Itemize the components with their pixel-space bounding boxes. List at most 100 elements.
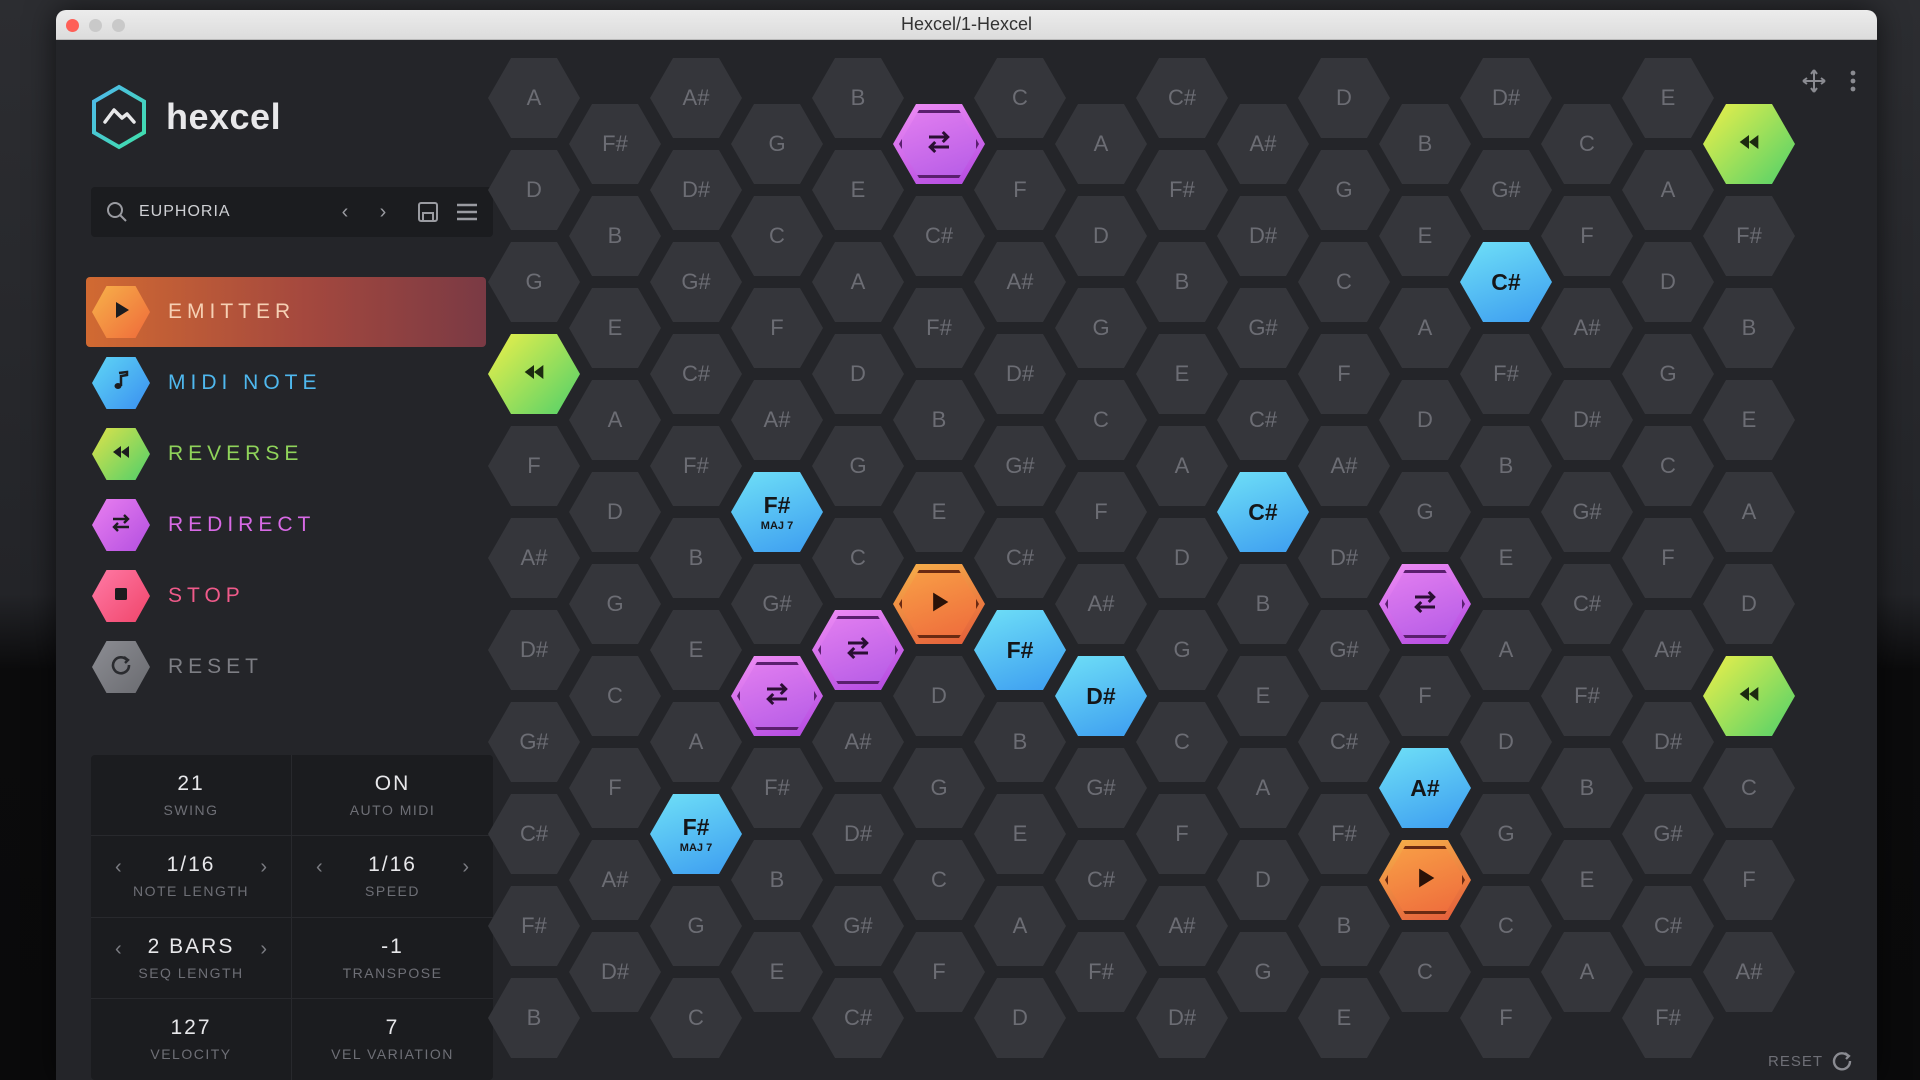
note-cell[interactable]: B	[1379, 104, 1471, 184]
reverse-cell[interactable]	[488, 334, 580, 414]
note-cell[interactable]: A#	[1541, 288, 1633, 368]
note-cell[interactable]: G	[1217, 932, 1309, 1012]
note-cell[interactable]: F	[893, 932, 985, 1012]
note-cell[interactable]: D	[1217, 840, 1309, 920]
note-cell[interactable]: D#	[1217, 196, 1309, 276]
zoom-window-button[interactable]	[112, 19, 125, 32]
note-cell[interactable]: C#	[488, 794, 580, 874]
note-cell[interactable]: C	[731, 196, 823, 276]
note-cell[interactable]: A	[1136, 426, 1228, 506]
param-speed[interactable]: ‹ › 1/16 SPEED	[292, 836, 493, 918]
minimize-window-button[interactable]	[89, 19, 102, 32]
note-cell[interactable]: C	[1703, 748, 1795, 828]
note-cell[interactable]: D#	[1541, 380, 1633, 460]
note-cell[interactable]: C	[569, 656, 661, 736]
note-cell[interactable]: A	[1217, 748, 1309, 828]
note-cell[interactable]: F	[1622, 518, 1714, 598]
midi-note-cell[interactable]: F# MAJ 7	[650, 794, 742, 874]
note-cell[interactable]: F	[1136, 794, 1228, 874]
reverse-cell[interactable]	[1703, 104, 1795, 184]
note-cell[interactable]: B	[893, 380, 985, 460]
tool-emitter[interactable]: EMITTER	[86, 277, 486, 347]
param-auto-midi[interactable]: ON AUTO MIDI	[292, 755, 493, 837]
note-cell[interactable]: D#	[974, 334, 1066, 414]
note-cell[interactable]: G	[1622, 334, 1714, 414]
note-cell[interactable]: G#	[1217, 288, 1309, 368]
note-cell[interactable]: E	[974, 794, 1066, 874]
note-cell[interactable]: G	[650, 886, 742, 966]
note-cell[interactable]: G	[893, 748, 985, 828]
note-cell[interactable]: A	[1622, 150, 1714, 230]
note-cell[interactable]: E	[1703, 380, 1795, 460]
note-cell[interactable]: E	[569, 288, 661, 368]
note-cell[interactable]: C	[812, 518, 904, 598]
note-cell[interactable]: F#	[1298, 794, 1390, 874]
note-cell[interactable]: G#	[974, 426, 1066, 506]
note-cell[interactable]: G#	[488, 702, 580, 782]
note-cell[interactable]: D#	[1460, 58, 1552, 138]
note-cell[interactable]: A#	[812, 702, 904, 782]
redirect-cell[interactable]	[731, 656, 823, 736]
preset-name[interactable]: EUPHORIA	[139, 203, 321, 221]
increment-arrow-icon[interactable]: ›	[260, 938, 267, 961]
note-cell[interactable]: B	[1541, 748, 1633, 828]
decrement-arrow-icon[interactable]: ‹	[316, 856, 323, 879]
note-cell[interactable]: A	[1379, 288, 1471, 368]
reverse-cell[interactable]	[1703, 656, 1795, 736]
midi-note-cell[interactable]: F#	[974, 610, 1066, 690]
midi-note-cell[interactable]: C#	[1217, 472, 1309, 552]
note-cell[interactable]: C	[1298, 242, 1390, 322]
note-cell[interactable]: F	[731, 288, 823, 368]
note-cell[interactable]: G	[569, 564, 661, 644]
note-cell[interactable]: A	[974, 886, 1066, 966]
move-icon[interactable]	[1801, 68, 1827, 94]
note-cell[interactable]: G	[1460, 794, 1552, 874]
note-cell[interactable]: F#	[893, 288, 985, 368]
note-cell[interactable]: D	[1055, 196, 1147, 276]
note-cell[interactable]: D#	[488, 610, 580, 690]
note-cell[interactable]: C#	[812, 978, 904, 1058]
note-cell[interactable]: B	[488, 978, 580, 1058]
note-cell[interactable]: C#	[974, 518, 1066, 598]
tool-reset[interactable]: RESET	[86, 632, 486, 702]
note-cell[interactable]: C#	[1622, 886, 1714, 966]
note-cell[interactable]: F#	[650, 426, 742, 506]
note-cell[interactable]: B	[1298, 886, 1390, 966]
note-cell[interactable]: F#	[569, 104, 661, 184]
note-cell[interactable]: G	[488, 242, 580, 322]
note-cell[interactable]: D	[1379, 380, 1471, 460]
note-cell[interactable]: G#	[1055, 748, 1147, 828]
tool-reverse[interactable]: REVERSE	[86, 419, 486, 489]
note-cell[interactable]: D	[974, 978, 1066, 1058]
emitter-cell[interactable]	[893, 564, 985, 644]
note-cell[interactable]: A#	[1055, 564, 1147, 644]
note-cell[interactable]: G#	[1298, 610, 1390, 690]
note-cell[interactable]: C	[1055, 380, 1147, 460]
note-cell[interactable]: F	[1703, 840, 1795, 920]
note-cell[interactable]: F	[488, 426, 580, 506]
note-cell[interactable]: E	[1541, 840, 1633, 920]
note-cell[interactable]: F#	[1541, 656, 1633, 736]
note-cell[interactable]: E	[1217, 656, 1309, 736]
redirect-cell[interactable]	[893, 104, 985, 184]
note-cell[interactable]: C#	[1541, 564, 1633, 644]
note-cell[interactable]: A#	[1136, 886, 1228, 966]
note-cell[interactable]: C	[650, 978, 742, 1058]
note-cell[interactable]: C#	[650, 334, 742, 414]
note-cell[interactable]: A	[1055, 104, 1147, 184]
note-cell[interactable]: C#	[1055, 840, 1147, 920]
note-cell[interactable]: A	[569, 380, 661, 460]
note-cell[interactable]: A#	[1622, 610, 1714, 690]
note-cell[interactable]: G	[1055, 288, 1147, 368]
param-transpose[interactable]: -1 TRANSPOSE	[292, 918, 493, 999]
param-seq-length[interactable]: ‹ › 2 BARS SEQ LENGTH	[91, 917, 292, 999]
tool-redirect[interactable]: REDIRECT	[86, 490, 486, 560]
note-cell[interactable]: F	[1055, 472, 1147, 552]
note-cell[interactable]: F	[1379, 656, 1471, 736]
note-cell[interactable]: C#	[893, 196, 985, 276]
note-cell[interactable]: D	[1136, 518, 1228, 598]
note-cell[interactable]: D#	[1298, 518, 1390, 598]
note-cell[interactable]: A	[488, 58, 580, 138]
note-cell[interactable]: E	[812, 150, 904, 230]
note-cell[interactable]: G	[812, 426, 904, 506]
